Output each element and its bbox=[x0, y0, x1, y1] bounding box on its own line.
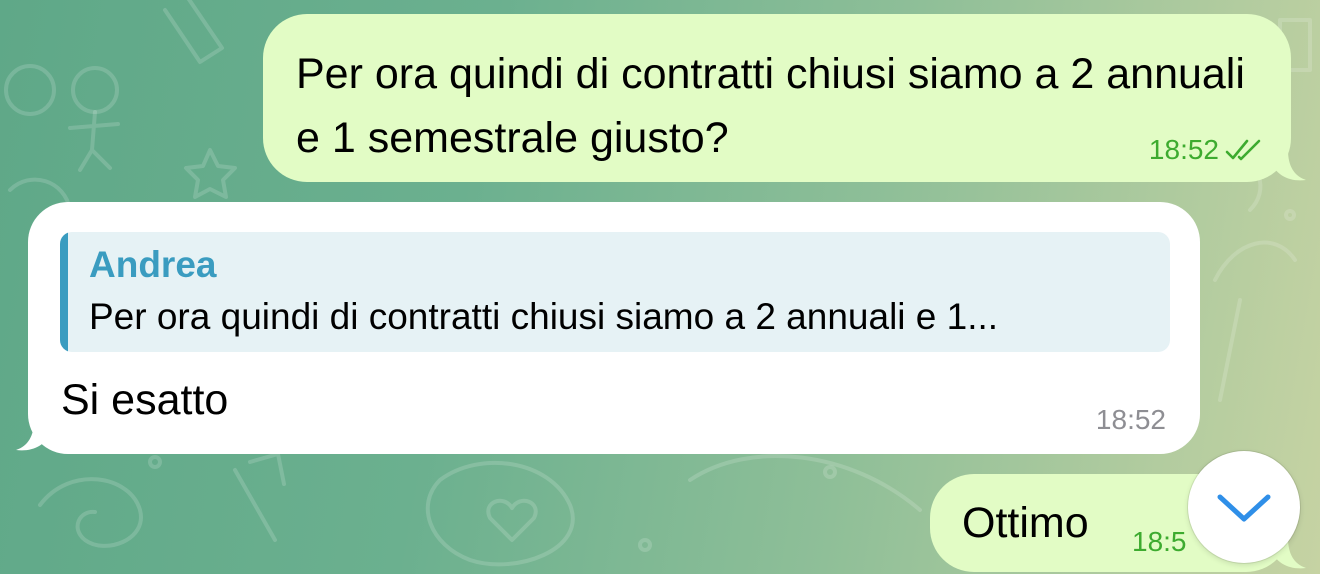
reply-text: Per ora quindi di contratti chiusi siamo… bbox=[89, 296, 999, 337]
outgoing-message[interactable]: Per ora quindi di contratti chiusi siamo… bbox=[263, 14, 1291, 182]
message-text: Per ora quindi di contratti chiusi siamo… bbox=[296, 50, 1245, 162]
message-time: 18:5 bbox=[1132, 526, 1187, 557]
reply-preview[interactable]: Andrea Per ora quindi di contratti chius… bbox=[60, 232, 1170, 352]
scroll-to-bottom-button[interactable] bbox=[1188, 451, 1300, 563]
reply-author: Andrea bbox=[89, 244, 217, 285]
message-meta: 18:52 bbox=[1149, 134, 1265, 166]
message-time: 18:52 bbox=[1148, 134, 1219, 165]
chevron-down-icon bbox=[1217, 494, 1271, 522]
double-check-icon bbox=[1225, 139, 1261, 161]
reply-accent-bar bbox=[60, 232, 68, 352]
message-text: Si esatto bbox=[61, 376, 229, 424]
incoming-message[interactable]: Andrea Per ora quindi di contratti chius… bbox=[28, 202, 1200, 454]
message-text: Ottimo bbox=[962, 499, 1089, 547]
message-time: 18:52 bbox=[1095, 404, 1166, 435]
